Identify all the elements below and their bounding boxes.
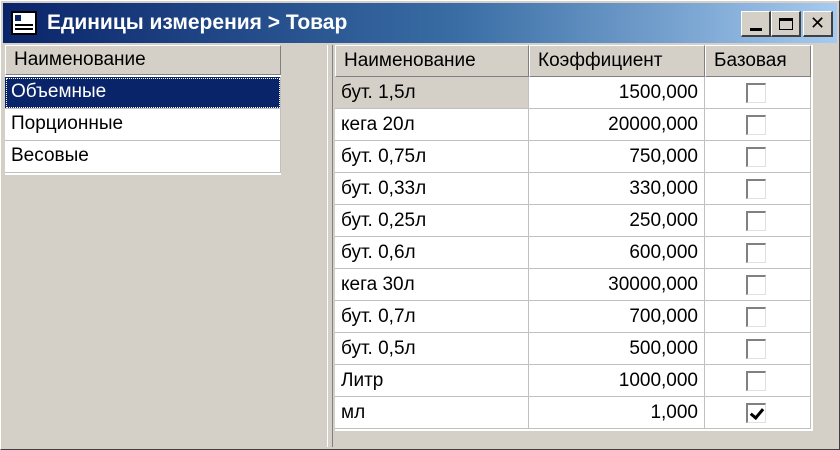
cell-base[interactable] xyxy=(705,269,811,301)
minimize-button[interactable] xyxy=(741,11,771,37)
cell-coefficient[interactable]: 700,000 xyxy=(529,301,705,333)
cell-name[interactable]: бут. 0,7л xyxy=(335,301,529,333)
base-checkbox[interactable] xyxy=(746,115,766,135)
cell-name[interactable]: бут. 0,75л xyxy=(335,141,529,173)
cell-coefficient[interactable]: 1500,000 xyxy=(529,77,705,109)
table-row[interactable]: бут. 1,5л 1500,000 xyxy=(335,77,813,109)
cell-base[interactable] xyxy=(705,109,811,141)
table-row[interactable]: бут. 0,6л 600,000 xyxy=(335,237,813,269)
units-window: Единицы измерения > Товар ✕ Наименование… xyxy=(0,0,840,450)
cell-coefficient[interactable]: 250,000 xyxy=(529,205,705,237)
column-header-base[interactable]: Базовая xyxy=(705,45,811,77)
base-checkbox[interactable] xyxy=(746,179,766,199)
table-row[interactable]: бут. 0,25л 250,000 xyxy=(335,205,813,237)
base-checkbox[interactable] xyxy=(746,243,766,263)
cell-coefficient[interactable]: 1,000 xyxy=(529,397,705,429)
base-checkbox[interactable] xyxy=(746,275,766,295)
base-checkbox[interactable] xyxy=(746,307,766,327)
base-checkbox[interactable] xyxy=(746,147,766,167)
base-checkbox[interactable] xyxy=(746,403,766,423)
cell-name[interactable]: бут. 0,33л xyxy=(335,173,529,205)
table-row[interactable]: бут. 0,75л 750,000 xyxy=(335,141,813,173)
window-title: Единицы измерения > Товар xyxy=(47,11,348,34)
base-checkbox[interactable] xyxy=(746,371,766,391)
cell-base[interactable] xyxy=(705,237,811,269)
cell-coefficient[interactable]: 600,000 xyxy=(529,237,705,269)
cell-base[interactable] xyxy=(705,173,811,205)
cell-name[interactable]: бут. 1,5л xyxy=(335,77,529,109)
category-list[interactable]: Наименование Объемные Порционные Весовые xyxy=(5,45,281,175)
minimize-icon xyxy=(749,28,762,31)
cell-name[interactable]: бут. 0,5л xyxy=(335,333,529,365)
cell-coefficient[interactable]: 1000,000 xyxy=(529,365,705,397)
table-row[interactable]: кега 20л 20000,000 xyxy=(335,109,813,141)
close-button[interactable]: ✕ xyxy=(803,11,833,37)
cell-name[interactable]: Литр xyxy=(335,365,529,397)
cell-base[interactable] xyxy=(705,205,811,237)
table-row[interactable]: бут. 0,7л 700,000 xyxy=(335,301,813,333)
cell-name[interactable]: бут. 0,25л xyxy=(335,205,529,237)
maximize-icon xyxy=(778,17,793,30)
column-header-name[interactable]: Наименование xyxy=(335,45,529,77)
units-grid[interactable]: Наименование Коэффициент Базовая бут. 1,… xyxy=(335,45,813,431)
close-icon: ✕ xyxy=(809,12,826,34)
window-right-area xyxy=(813,45,837,447)
category-item-volume[interactable]: Объемные xyxy=(5,77,281,109)
title-bar[interactable]: Единицы измерения > Товар ✕ xyxy=(3,3,837,43)
app-window-icon[interactable] xyxy=(11,11,37,35)
cell-base[interactable] xyxy=(705,77,811,109)
category-item-portion[interactable]: Порционные xyxy=(5,109,281,141)
table-row[interactable]: Литр 1000,000 xyxy=(335,365,813,397)
base-checkbox[interactable] xyxy=(746,83,766,103)
category-column-header[interactable]: Наименование xyxy=(5,45,281,75)
grid-empty-area xyxy=(335,431,813,447)
table-row[interactable]: мл 1,000 xyxy=(335,397,813,429)
cell-name[interactable]: кега 20л xyxy=(335,109,529,141)
base-checkbox[interactable] xyxy=(746,339,766,359)
table-row[interactable]: кега 30л 30000,000 xyxy=(335,269,813,301)
cell-base[interactable] xyxy=(705,301,811,333)
table-row[interactable]: бут. 0,5л 500,000 xyxy=(335,333,813,365)
column-header-coefficient[interactable]: Коэффициент xyxy=(529,45,705,77)
cell-name[interactable]: мл xyxy=(335,397,529,429)
cell-coefficient[interactable]: 750,000 xyxy=(529,141,705,173)
cell-base[interactable] xyxy=(705,397,811,429)
cell-name[interactable]: кега 30л xyxy=(335,269,529,301)
cell-coefficient[interactable]: 30000,000 xyxy=(529,269,705,301)
base-checkbox[interactable] xyxy=(746,211,766,231)
cell-base[interactable] xyxy=(705,365,811,397)
cell-coefficient[interactable]: 500,000 xyxy=(529,333,705,365)
category-item-weight[interactable]: Весовые xyxy=(5,141,281,173)
panel-splitter[interactable] xyxy=(327,45,333,447)
table-row[interactable]: бут. 0,33л 330,000 xyxy=(335,173,813,205)
cell-coefficient[interactable]: 20000,000 xyxy=(529,109,705,141)
cell-base[interactable] xyxy=(705,141,811,173)
cell-name[interactable]: бут. 0,6л xyxy=(335,237,529,269)
cell-base[interactable] xyxy=(705,333,811,365)
maximize-button[interactable] xyxy=(771,11,801,37)
cell-coefficient[interactable]: 330,000 xyxy=(529,173,705,205)
